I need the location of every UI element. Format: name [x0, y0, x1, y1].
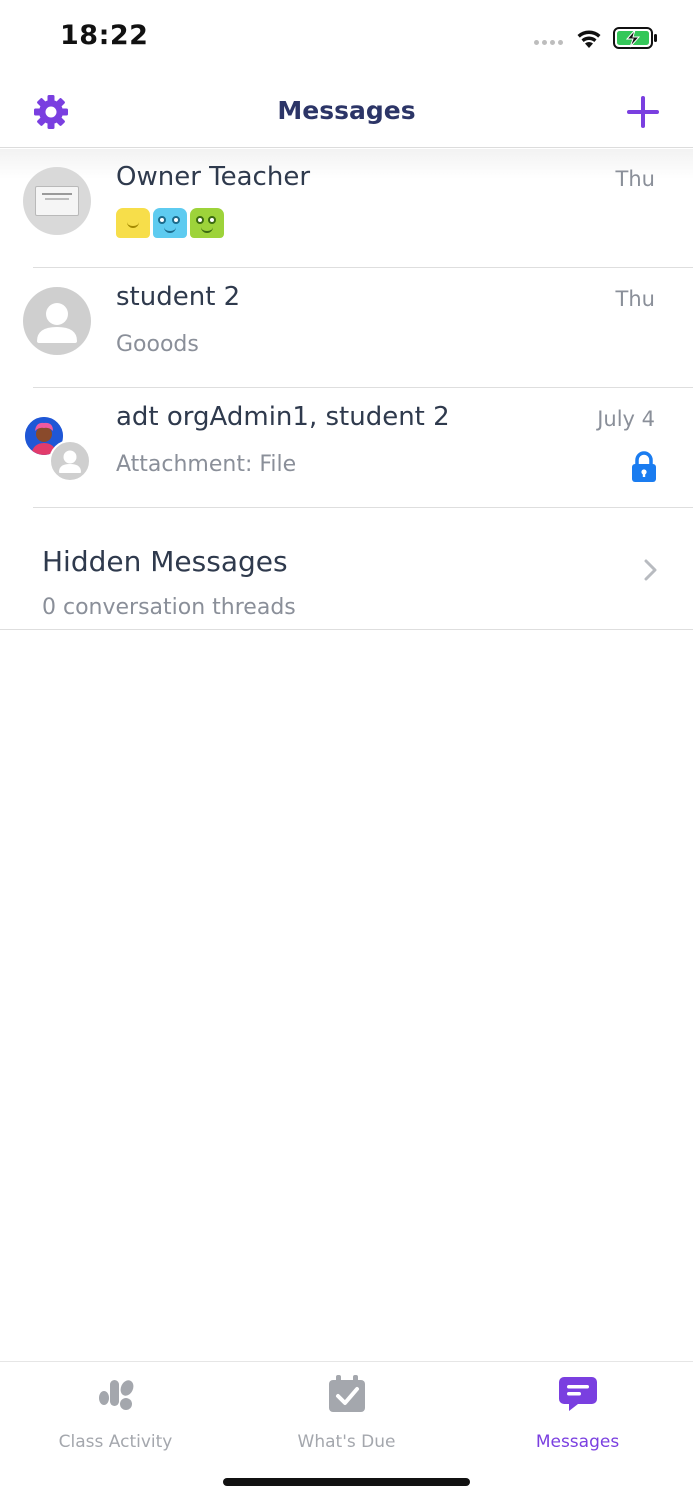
conversation-date: Thu	[615, 167, 655, 191]
blue-monster-icon	[153, 208, 187, 238]
conversation-row[interactable]: student 2 Thu Gooods	[0, 268, 693, 388]
sticker-preview	[116, 208, 224, 238]
conversation-row[interactable]: Owner Teacher Thu	[0, 148, 693, 268]
whats-due-icon	[328, 1375, 365, 1412]
conversation-name: adt orgAdmin1, student 2	[116, 402, 450, 432]
status-bar: 18:22	[0, 0, 693, 76]
hidden-messages-row[interactable]: Hidden Messages 0 conversation threads	[0, 509, 693, 630]
home-indicator[interactable]	[223, 1478, 470, 1486]
divider	[33, 507, 693, 508]
conversation-row[interactable]: adt orgAdmin1, student 2 July 4 Attachme…	[0, 388, 693, 508]
conversation-preview: Gooods	[116, 332, 199, 357]
status-time: 18:22	[60, 20, 149, 51]
document-thumbnail-icon	[35, 186, 79, 216]
cellular-signal-icon	[534, 40, 563, 45]
tab-label: What's Due	[297, 1432, 396, 1452]
page-title: Messages	[277, 96, 416, 125]
navigation-header: Messages	[0, 76, 693, 148]
class-activity-icon	[98, 1380, 133, 1410]
person-icon	[59, 450, 81, 473]
yellow-monster-icon	[116, 208, 150, 238]
tab-label: Messages	[535, 1432, 620, 1452]
avatar	[23, 167, 91, 235]
conversation-date: Thu	[615, 287, 655, 311]
avatar	[49, 440, 91, 482]
battery-charging-icon	[613, 27, 657, 49]
tab-label: Class Activity	[58, 1432, 173, 1452]
avatar	[23, 287, 91, 355]
wifi-icon	[577, 30, 601, 48]
conversation-date: July 4	[597, 407, 655, 431]
lock-icon	[632, 451, 656, 482]
new-message-button[interactable]	[622, 91, 664, 133]
plus-icon	[627, 96, 659, 128]
tab-messages[interactable]: Messages	[462, 1374, 693, 1464]
person-icon	[37, 303, 77, 343]
green-monster-icon	[190, 208, 224, 238]
tab-whats-due[interactable]: What's Due	[231, 1374, 462, 1464]
tab-class-activity[interactable]: Class Activity	[0, 1374, 231, 1464]
messages-icon	[558, 1377, 597, 1411]
conversation-name: student 2	[116, 282, 241, 312]
hidden-messages-count: 0 conversation threads	[42, 595, 296, 620]
conversation-preview: Attachment: File	[116, 452, 297, 477]
chevron-right-icon	[644, 559, 657, 581]
hidden-messages-title: Hidden Messages	[42, 545, 288, 578]
conversation-name: Owner Teacher	[116, 162, 311, 192]
